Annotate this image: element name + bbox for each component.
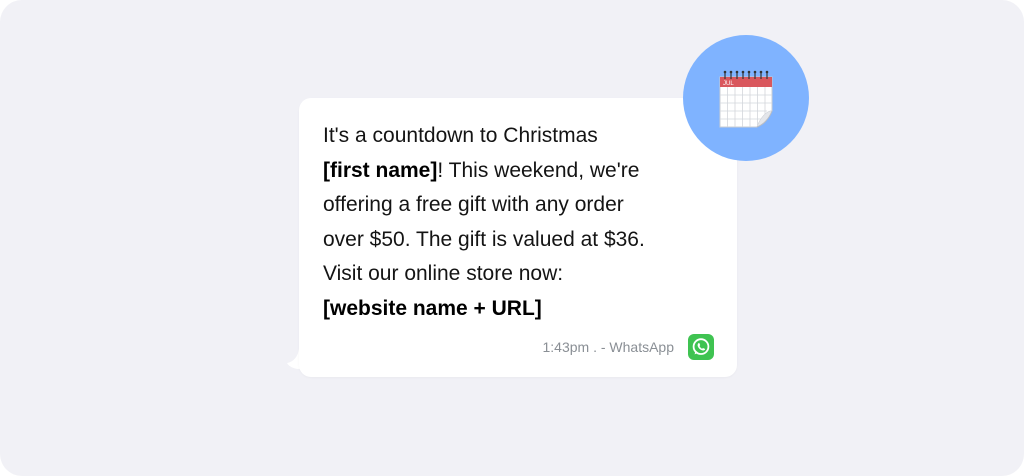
calendar-month-label: JUL xyxy=(723,81,734,87)
message-line-5: Visit our online store now: xyxy=(323,262,564,285)
calendar-icon: JUL xyxy=(719,70,773,128)
message-line-1: It's a countdown to Christmas xyxy=(323,124,598,147)
calendar-avatar: JUL xyxy=(683,35,809,161)
first-name-placeholder: [first name] xyxy=(323,158,438,182)
message-line-2: ! This weekend, we're xyxy=(437,158,640,182)
message-bubble[interactable]: It's a countdown to Christmas [first nam… xyxy=(299,98,737,377)
website-placeholder: [website name + URL] xyxy=(323,296,542,320)
message-timestamp: 1:43pm . - WhatsApp xyxy=(542,339,674,355)
chat-canvas: It's a countdown to Christmas [first nam… xyxy=(0,0,1024,476)
message-line-3: offering a free gift with any order xyxy=(323,193,624,216)
message-line-4: over $50. The gift is valued at $36. xyxy=(323,227,645,251)
message-text: It's a countdown to Christmas [first nam… xyxy=(323,119,723,326)
whatsapp-icon[interactable] xyxy=(688,334,714,360)
